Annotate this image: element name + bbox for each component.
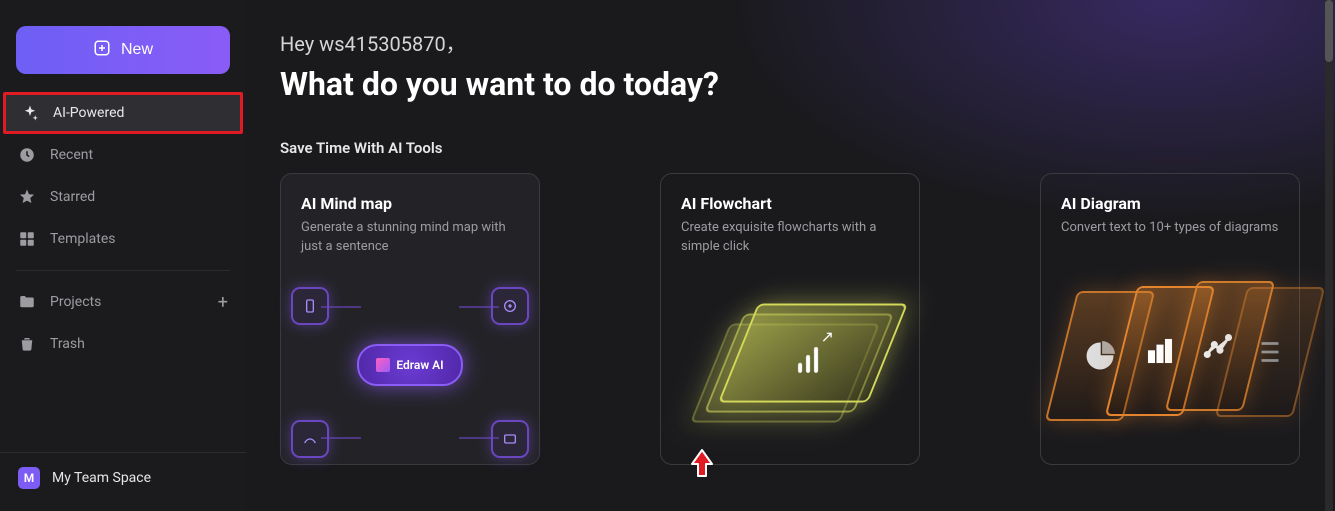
templates-icon xyxy=(18,230,36,248)
scrollbar-track[interactable] xyxy=(1325,0,1333,511)
card-desc: Create exquisite flowcharts with a simpl… xyxy=(681,219,899,257)
sidebar-item-trash[interactable]: Trash xyxy=(0,323,246,365)
mindmap-core: Edraw AI xyxy=(357,344,463,386)
card-ai-flowchart[interactable]: AI Flowchart Create exquisite flowcharts… xyxy=(660,173,920,465)
sidebar-item-label: Trash xyxy=(50,336,85,352)
sidebar-item-recent[interactable]: Recent xyxy=(0,134,246,176)
card-desc: Generate a stunning mind map with just a… xyxy=(301,219,519,257)
sidebar-item-templates[interactable]: Templates xyxy=(0,218,246,260)
edraw-logo-icon xyxy=(376,358,390,372)
sparkle-icon xyxy=(21,104,39,122)
ai-tools-cards: AI Mind map Generate a stunning mind map… xyxy=(280,173,1301,465)
sidebar-separator xyxy=(16,270,230,271)
headline-text: What do you want to do today? xyxy=(280,65,1301,103)
mindmap-node-icon xyxy=(491,420,529,458)
card-title: AI Mind map xyxy=(301,194,519,213)
folder-icon xyxy=(18,293,36,311)
diagram-visual xyxy=(1061,248,1279,464)
sidebar-item-label: Projects xyxy=(50,294,101,310)
sidebar-item-label: Recent xyxy=(50,147,93,163)
sidebar-item-ai-powered[interactable]: AI-Powered xyxy=(3,92,243,134)
card-ai-diagram[interactable]: AI Diagram Convert text to 10+ types of … xyxy=(1040,173,1300,465)
sidebar-item-starred[interactable]: Starred xyxy=(0,176,246,218)
sidebar-item-projects[interactable]: Projects + xyxy=(0,281,246,323)
card-title: AI Diagram xyxy=(1061,194,1279,213)
section-title: Save Time With AI Tools xyxy=(280,139,1301,157)
new-button-label: New xyxy=(121,41,153,59)
team-space-item[interactable]: M My Team Space xyxy=(0,452,246,503)
clock-icon xyxy=(18,146,36,164)
team-badge: M xyxy=(18,467,40,489)
add-project-icon[interactable]: + xyxy=(218,292,228,313)
main-content: Hey ws415305870， What do you want to do … xyxy=(246,0,1335,511)
scrollbar-thumb[interactable] xyxy=(1325,0,1333,62)
plus-box-icon xyxy=(93,39,111,62)
mindmap-visual: Edraw AI xyxy=(301,267,519,464)
flowchart-visual: ↗ xyxy=(681,267,899,464)
star-icon xyxy=(18,188,36,206)
trash-icon xyxy=(18,335,36,353)
sidebar-item-label: AI-Powered xyxy=(53,105,124,121)
card-title: AI Flowchart xyxy=(681,194,899,213)
team-space-label: My Team Space xyxy=(52,470,151,486)
greeting-text: Hey ws415305870， xyxy=(280,28,1301,57)
sidebar: New AI-Powered Recent Starred Templates xyxy=(0,0,246,511)
mindmap-node-icon xyxy=(291,420,329,458)
new-button[interactable]: New xyxy=(16,26,230,74)
card-desc: Convert text to 10+ types of diagrams xyxy=(1061,219,1279,238)
chart-up-icon: ↗ xyxy=(788,334,828,374)
sidebar-item-label: Starred xyxy=(50,189,95,205)
card-ai-mindmap[interactable]: AI Mind map Generate a stunning mind map… xyxy=(280,173,540,465)
sidebar-item-label: Templates xyxy=(50,231,116,247)
mindmap-core-label: Edraw AI xyxy=(396,358,443,372)
red-arrow-annotation-icon xyxy=(690,448,714,478)
sidebar-nav: AI-Powered Recent Starred Templates Pro xyxy=(0,92,246,365)
